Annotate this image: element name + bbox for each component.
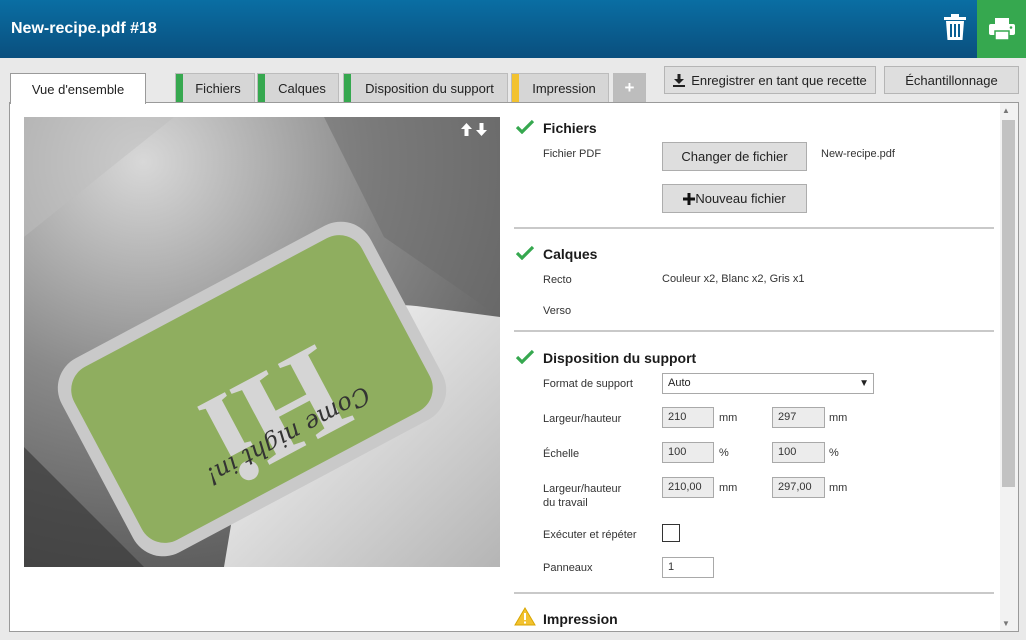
- page-title: New-recipe.pdf #18: [11, 20, 157, 37]
- job-width-input[interactable]: 210,00: [662, 477, 714, 498]
- status-strip: [512, 74, 519, 102]
- section-divider: [514, 227, 994, 229]
- arrow-up-icon[interactable]: [461, 123, 472, 136]
- tab-label: Calques: [278, 80, 326, 96]
- status-strip: [344, 74, 351, 102]
- change-file-label: Changer de fichier: [681, 149, 788, 164]
- scroll-up-arrow-icon[interactable]: ▲: [1002, 106, 1010, 115]
- tab-overview[interactable]: Vue d'ensemble: [10, 73, 146, 104]
- job-size-label-line1: Largeur/hauteur: [543, 483, 622, 495]
- tab-media-layout[interactable]: Disposition du support: [343, 73, 508, 102]
- scroll-down-arrow-icon[interactable]: ▼: [1002, 619, 1010, 628]
- section-title-files: Fichiers: [543, 120, 597, 136]
- height-unit: mm: [829, 412, 848, 424]
- section-divider: [514, 330, 994, 332]
- recto-label: Recto: [543, 274, 572, 286]
- print-button[interactable]: [977, 0, 1026, 58]
- trash-icon: [944, 14, 966, 40]
- save-as-recipe-button[interactable]: Enregistrer en tant que recette: [664, 66, 876, 94]
- scale-label: Échelle: [543, 448, 580, 460]
- delete-button[interactable]: [938, 10, 972, 44]
- sampling-button[interactable]: Échantillonnage: [884, 66, 1019, 94]
- width-unit: mm: [719, 412, 738, 424]
- scale-y-unit: %: [829, 447, 839, 459]
- save-as-recipe-label: Enregistrer en tant que recette: [691, 72, 867, 88]
- plus-icon: +: [624, 78, 635, 97]
- recto-value: Couleur x2, Blanc x2, Gris x1: [662, 273, 805, 285]
- section-divider: [514, 592, 994, 594]
- check-icon: [516, 245, 534, 260]
- scale-x-unit: %: [719, 447, 729, 459]
- caret-down-icon: ▼: [859, 378, 869, 389]
- status-strip: [258, 74, 265, 102]
- sampling-label: Échantillonnage: [905, 72, 998, 88]
- printer-icon: [988, 18, 1015, 40]
- job-height-unit: mm: [829, 482, 848, 494]
- rotate-preview-controls[interactable]: [461, 123, 487, 136]
- status-strip: [176, 74, 183, 102]
- preview-image: Hi Come night in!: [24, 117, 500, 567]
- tab-files[interactable]: Fichiers: [175, 73, 255, 102]
- step-repeat-label: Exécuter et répéter: [543, 529, 637, 541]
- plus-icon: [683, 192, 696, 205]
- job-size-label: Largeur/hauteur du travail: [543, 482, 621, 510]
- arrow-down-icon[interactable]: [476, 123, 487, 136]
- new-file-button[interactable]: Nouveau fichier: [662, 184, 807, 213]
- size-label: Largeur/hauteur: [543, 413, 622, 425]
- scale-x-input[interactable]: 100: [662, 442, 714, 463]
- section-title-print: Impression: [543, 611, 618, 627]
- panels-label: Panneaux: [543, 562, 593, 574]
- media-format-label: Format de support: [543, 378, 633, 390]
- app-header: New-recipe.pdf #18: [0, 0, 1026, 58]
- scale-y-input[interactable]: 100: [772, 442, 825, 463]
- job-height-input[interactable]: 297,00: [772, 477, 825, 498]
- new-file-label: Nouveau fichier: [695, 191, 786, 206]
- change-file-button[interactable]: Changer de fichier: [662, 142, 807, 171]
- width-input[interactable]: 210: [662, 407, 714, 428]
- section-title-layers: Calques: [543, 246, 598, 262]
- media-format-select[interactable]: Auto ▼: [662, 373, 874, 394]
- panels-input[interactable]: 1: [662, 557, 714, 578]
- job-size-label-line2: du travail: [543, 497, 588, 509]
- verso-label: Verso: [543, 305, 572, 317]
- media-format-value: Auto: [668, 377, 691, 389]
- section-title-media-layout: Disposition du support: [543, 350, 697, 366]
- add-tab-button[interactable]: +: [613, 73, 646, 102]
- tab-label: Vue d'ensemble: [31, 81, 125, 97]
- check-icon: [516, 349, 534, 364]
- document-preview: Hi Come night in!: [24, 117, 500, 567]
- check-icon: [516, 119, 534, 134]
- tab-label: Disposition du support: [365, 80, 494, 96]
- tab-layers[interactable]: Calques: [257, 73, 339, 102]
- height-input[interactable]: 297: [772, 407, 825, 428]
- scrollbar-thumb[interactable]: [1002, 120, 1015, 487]
- download-icon: [673, 73, 686, 87]
- pdf-filename: New-recipe.pdf: [821, 148, 895, 160]
- step-repeat-checkbox[interactable]: [662, 524, 680, 542]
- tab-print[interactable]: Impression: [511, 73, 609, 102]
- warning-icon: [514, 607, 536, 626]
- tab-label: Impression: [532, 80, 596, 96]
- job-width-unit: mm: [719, 482, 738, 494]
- tab-label: Fichiers: [195, 80, 241, 96]
- pdf-file-label: Fichier PDF: [543, 148, 602, 160]
